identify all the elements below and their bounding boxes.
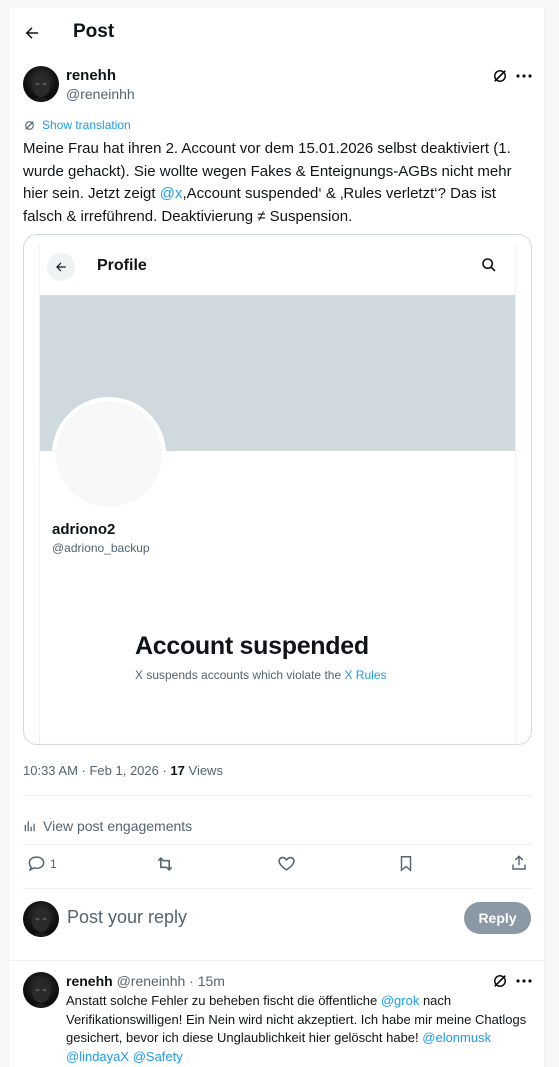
grok-icon[interactable] [491,67,509,85]
view-engagements-link[interactable]: View post engagements [23,818,192,834]
reply-header: renehh @reneinhh · 15m [66,973,225,989]
post-text: Meine Frau hat ihren 2. Account vor dem … [23,138,535,228]
mention-link[interactable]: @x [160,185,183,202]
more-icon[interactable] [514,67,534,85]
reply-author-handle[interactable]: @reneinhh [117,973,186,989]
translate-icon [25,120,34,130]
suspended-subtitle: X suspends accounts which violate the X … [135,668,387,682]
engagements-label: View post engagements [43,818,193,834]
arrow-left-icon [25,27,38,39]
suspended-title: Account suspended [135,632,369,660]
bookmark-icon [400,856,412,872]
grok-icon[interactable] [491,972,509,990]
reply-text-part: Anstatt solche Fehler zu beheben fischt … [66,993,381,1008]
mention-link[interactable]: @grok [381,993,420,1008]
reply-time[interactable]: · 15m [185,973,225,989]
mention-link[interactable]: @lindayaX [66,1049,129,1064]
like-action[interactable] [277,854,296,873]
suspended-subtitle-text: X suspends accounts which violate the [135,668,345,682]
author-avatar[interactable] [23,66,59,102]
action-bar: 1 [23,854,532,882]
divider [9,960,544,961]
profile-name: adriono2 [52,521,116,538]
x-rules-link: X Rules [344,668,387,682]
page-title: Post [73,21,115,42]
divider [23,888,532,889]
page-header: Post [9,8,544,56]
reply-count: 1 [50,856,57,871]
show-translation-label: Show translation [42,118,131,132]
reply-input[interactable]: Post your reply [67,907,187,928]
composer-avatar [23,901,59,937]
repost-action[interactable] [155,854,175,874]
reply-text: Anstatt solche Fehler zu beheben fischt … [66,992,536,1066]
repost-icon [157,857,173,871]
avatar-image [31,981,51,1008]
more-icon[interactable] [514,972,534,990]
profile-handle: @adriono_backup [52,541,150,555]
post-timestamp[interactable]: 10:33 AM · Feb 1, 2026 · [23,763,170,778]
divider [23,795,532,796]
mention-link[interactable]: @elonmusk [422,1030,491,1045]
analytics-icon [24,821,35,832]
bookmark-action[interactable] [397,854,415,873]
reply-action[interactable]: 1 [27,854,57,873]
heart-icon [278,856,295,871]
reply-author-name[interactable]: renehh [66,973,113,989]
screenshot-image: Profile adriono2 @adriono_backup Account… [39,245,516,744]
profile-avatar [52,397,166,511]
share-icon [512,855,526,870]
reply-button[interactable]: Reply [464,902,531,934]
mention-link[interactable]: @Safety [133,1049,183,1064]
post-page: Post renehh @reneinhh Show translation M… [8,8,545,1067]
search-icon [482,258,496,272]
embedded-profile-title: Profile [97,257,147,274]
divider [23,844,532,845]
embedded-profile-header: Profile [40,245,515,287]
post-meta: 10:33 AM · Feb 1, 2026 · 17 Views [23,763,223,778]
views-label: Views [184,763,223,778]
avatar-image [31,75,51,102]
embedded-back-button [47,253,75,281]
avatar-image [31,910,51,937]
reply-author-avatar[interactable] [23,972,59,1008]
media-card[interactable]: Profile adriono2 @adriono_backup Account… [23,234,532,745]
author-handle[interactable]: @reneinhh [66,86,135,102]
back-button[interactable] [21,22,43,44]
views-count: 17 [170,763,185,778]
reply-icon [28,856,45,872]
author-name[interactable]: renehh [66,67,116,84]
share-action[interactable] [510,854,528,872]
arrow-left-icon [56,262,66,272]
show-translation-link[interactable]: Show translation [23,118,131,132]
